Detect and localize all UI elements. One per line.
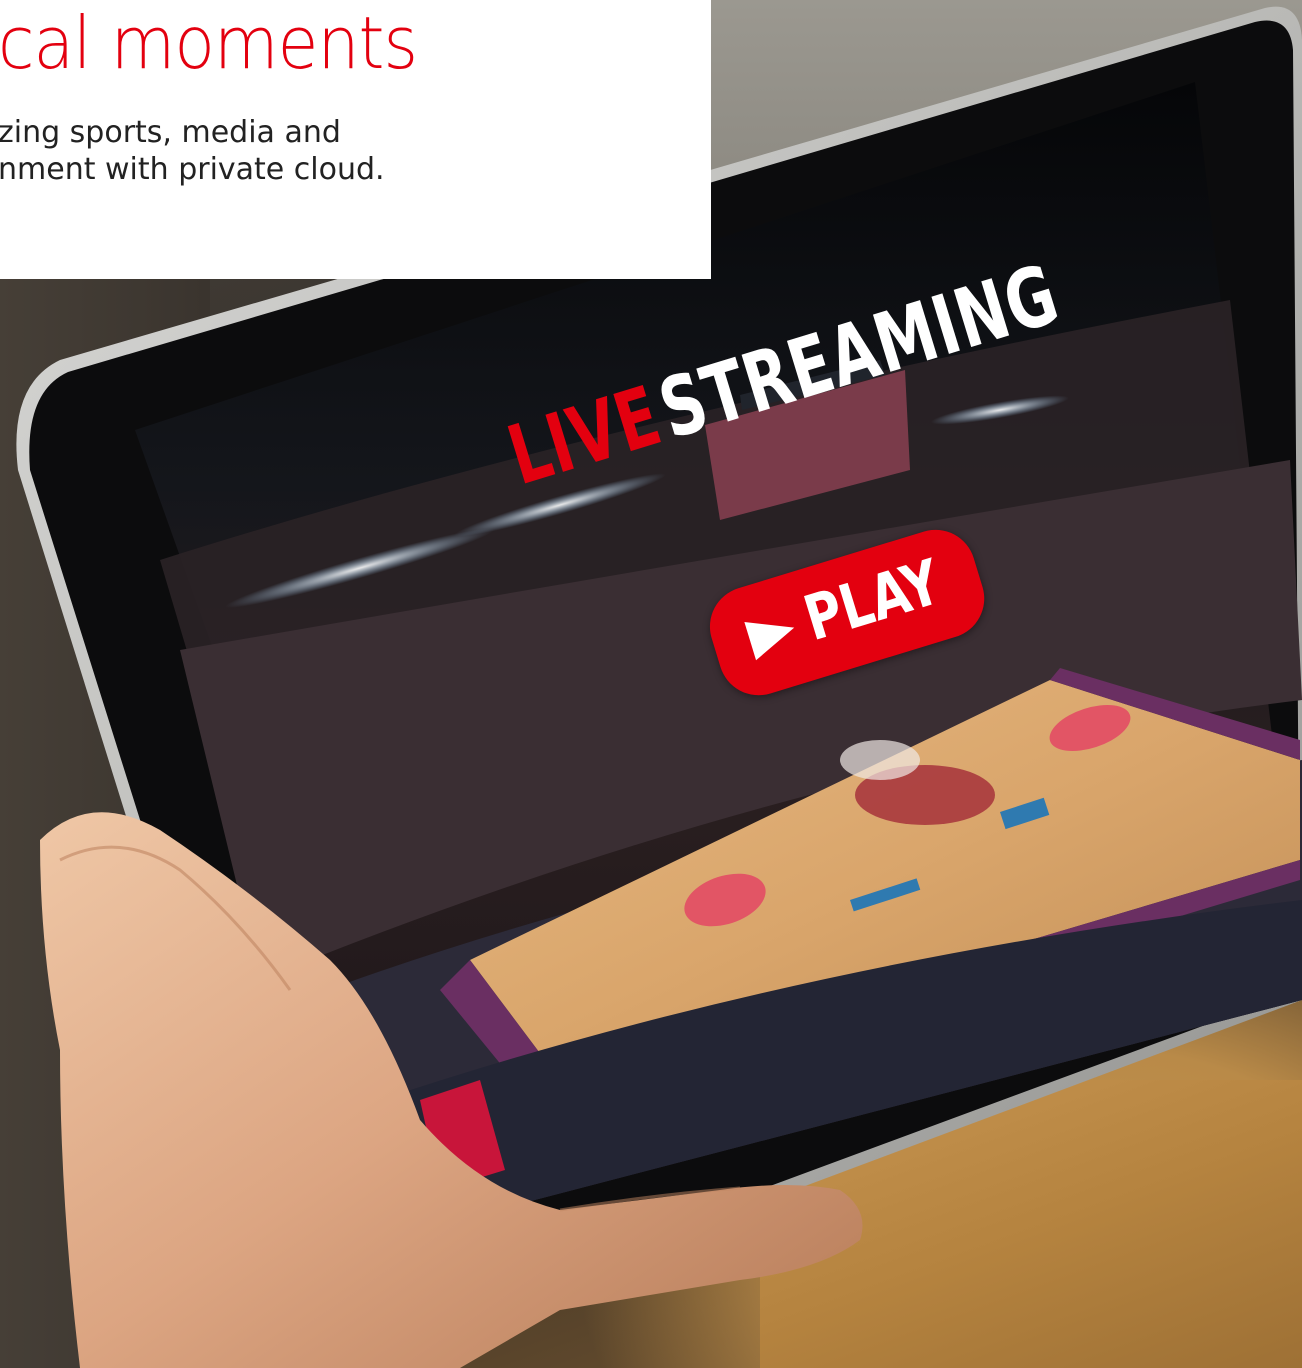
hero-subtitle: zing sports, media and nment with privat… bbox=[0, 114, 385, 188]
hero-text-card: cal moments zing sports, media and nment… bbox=[0, 0, 711, 279]
play-triangle-icon bbox=[744, 608, 801, 661]
play-button-label: PLAY bbox=[795, 545, 949, 656]
hero-subtitle-line-1: zing sports, media and bbox=[0, 115, 341, 150]
page: LIVESTREAMING PLAY cal moments zing spor… bbox=[0, 0, 1302, 1368]
hero-title: cal moments bbox=[0, 1, 418, 85]
hero-subtitle-line-2: nment with private cloud. bbox=[0, 152, 385, 187]
